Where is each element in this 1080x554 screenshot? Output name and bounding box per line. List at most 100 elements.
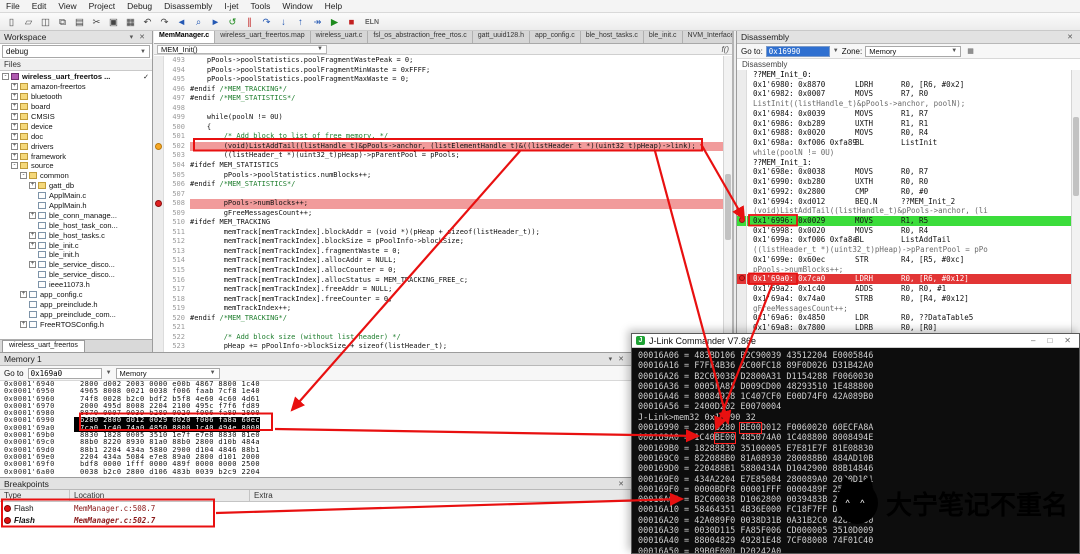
tree-item[interactable]: - source — [0, 161, 152, 171]
nav-back-icon[interactable]: ◄ — [174, 15, 189, 29]
tree-item[interactable]: - wireless_uart_freertos ... ✓ — [0, 72, 152, 82]
breakpoint-gutter[interactable] — [737, 206, 747, 217]
panel-menu-icon[interactable]: ▾ — [127, 33, 137, 41]
save-icon[interactable]: ◫ — [38, 15, 53, 29]
close-icon[interactable]: ✕ — [1064, 33, 1076, 41]
tree-item[interactable]: + ble_init.c — [0, 240, 152, 250]
breakpoint-gutter[interactable] — [737, 245, 747, 255]
breakpoint-gutter[interactable] — [737, 186, 747, 197]
expand-toggle-icon[interactable]: + — [11, 83, 18, 91]
tree-item[interactable]: + framework — [0, 151, 152, 161]
editor-tab[interactable]: NVM_Interface.h — [682, 31, 732, 43]
column-extra[interactable]: Extra — [250, 490, 631, 501]
zone-select[interactable]: Memory ▼ — [865, 45, 962, 57]
expand-toggle-icon[interactable]: + — [11, 122, 18, 130]
disassembly-options-icon[interactable]: ▦ — [964, 47, 977, 55]
expand-toggle-icon[interactable]: + — [29, 241, 36, 249]
breakpoint-gutter[interactable] — [737, 118, 747, 129]
breakpoint-gutter[interactable] — [154, 256, 164, 267]
expand-toggle-icon[interactable]: + — [20, 291, 27, 299]
breakpoint-icon[interactable] — [155, 142, 162, 150]
editor-tab[interactable]: MemManager.c — [154, 31, 216, 43]
break-icon[interactable]: ∥ — [242, 15, 257, 29]
undo-icon[interactable]: ↶ — [140, 15, 155, 29]
tree-item[interactable]: + device — [0, 121, 152, 131]
redo-icon[interactable]: ↷ — [157, 15, 172, 29]
close-icon[interactable]: ✕ — [1060, 336, 1075, 345]
breakpoint-gutter[interactable] — [154, 132, 164, 142]
memory-goto-input[interactable] — [27, 367, 102, 379]
chevron-down-icon[interactable]: ▼ — [833, 48, 839, 54]
tree-item[interactable]: ble_host_task_con... — [0, 220, 152, 230]
expand-toggle-icon[interactable]: + — [11, 103, 18, 111]
memory-zone-select[interactable]: Memory ▼ — [115, 367, 220, 379]
breakpoint-gutter[interactable] — [737, 147, 747, 158]
tree-item[interactable]: app_preinclude.h — [0, 299, 152, 309]
tree-item[interactable]: + bluetooth — [0, 92, 152, 102]
memory-dump[interactable]: 0x0001'6940 2800 d002 2003 0000 e00b 486… — [0, 381, 631, 477]
expand-toggle-icon[interactable]: + — [11, 152, 18, 160]
tree-item[interactable]: ApplMain.h — [0, 201, 152, 211]
close-icon[interactable]: ✕ — [615, 480, 627, 488]
breakpoint-gutter[interactable] — [154, 285, 164, 295]
expand-toggle-icon[interactable]: + — [29, 231, 36, 239]
breakpoint-gutter[interactable] — [737, 108, 747, 119]
disassembly-listing[interactable]: ??MEM_Init_0: 0x1'6980: 0x8870 LDRH R0, … — [737, 70, 1071, 333]
breakpoint-gutter[interactable] — [154, 56, 164, 66]
breakpoint-gutter[interactable] — [154, 84, 164, 95]
tree-item[interactable]: + board — [0, 102, 152, 112]
run-to-cursor-icon[interactable]: ↠ — [310, 15, 325, 29]
goto-address-input[interactable] — [765, 45, 830, 57]
menu-item[interactable]: View — [52, 1, 82, 11]
minimize-icon[interactable]: – — [1027, 336, 1039, 345]
breakpoint-gutter[interactable] — [154, 94, 164, 104]
breakpoint-gutter[interactable] — [737, 254, 747, 265]
column-location[interactable]: Location — [70, 490, 250, 501]
breakpoint-gutter[interactable] — [154, 237, 164, 247]
cut-icon[interactable]: ✂ — [89, 15, 104, 29]
chevron-down-icon[interactable]: ▼ — [106, 370, 112, 376]
breakpoint-gutter[interactable] — [737, 284, 747, 294]
breakpoint-gutter[interactable] — [154, 141, 164, 152]
breakpoint-gutter[interactable] — [154, 151, 164, 162]
breakpoint-gutter[interactable] — [737, 274, 747, 285]
expand-toggle-icon[interactable]: + — [29, 211, 36, 219]
paste-icon[interactable]: ▦ — [123, 15, 138, 29]
editor-tab[interactable]: ble_init.c — [643, 31, 683, 43]
breakpoint-gutter[interactable] — [154, 75, 164, 85]
breakpoint-gutter[interactable] — [154, 199, 164, 209]
breakpoint-gutter[interactable] — [737, 225, 747, 236]
go-icon[interactable]: ▶ — [327, 15, 342, 29]
expand-toggle-icon[interactable]: - — [2, 73, 9, 81]
breakpoint-gutter[interactable] — [154, 246, 164, 257]
breakpoint-gutter[interactable] — [737, 99, 747, 109]
menu-item[interactable]: Edit — [26, 1, 53, 11]
expand-toggle-icon[interactable]: + — [11, 132, 18, 140]
editor-tab[interactable]: wireless_uart.c — [310, 31, 369, 43]
tree-item[interactable]: ieee11073.h — [0, 280, 152, 290]
tree-item[interactable]: + ble_conn_manage... — [0, 210, 152, 220]
breakpoint-gutter[interactable] — [154, 103, 164, 114]
tree-item[interactable]: + FreeRTOSConfig.h — [0, 319, 152, 329]
breakpoint-gutter[interactable] — [737, 323, 747, 333]
menu-item[interactable]: Help — [319, 1, 348, 11]
breakpoint-row[interactable]: Flash MemManager.c:508.7 — [0, 502, 631, 514]
breakpoint-gutter[interactable] — [154, 218, 164, 228]
menu-item[interactable]: Project — [83, 1, 121, 11]
code-area[interactable]: 493 pPools->poolStatistics.poolFragmentW… — [154, 56, 723, 352]
close-icon[interactable]: ✕ — [136, 33, 148, 41]
breakpoint-gutter[interactable] — [737, 89, 747, 100]
editor-scrollbar[interactable] — [723, 56, 732, 352]
breakpoint-gutter[interactable] — [154, 275, 164, 286]
menu-item[interactable]: Debug — [121, 1, 158, 11]
save-all-icon[interactable]: ⧉ — [55, 15, 70, 29]
breakpoint-gutter[interactable] — [154, 180, 164, 190]
breakpoint-gutter[interactable] — [154, 161, 164, 171]
maximize-icon[interactable]: □ — [1043, 336, 1056, 345]
open-file-icon[interactable]: ▱ — [21, 15, 36, 29]
editor-tab[interactable]: ble_host_tasks.c — [580, 31, 644, 43]
scrollbar-thumb[interactable] — [1073, 117, 1079, 197]
editor-tab[interactable]: fsl_os_abstraction_free_rtos.c — [368, 31, 473, 43]
panel-menu-icon[interactable]: ▾ — [606, 355, 616, 363]
workspace-tab[interactable]: wireless_uart_freertos — [2, 340, 85, 352]
